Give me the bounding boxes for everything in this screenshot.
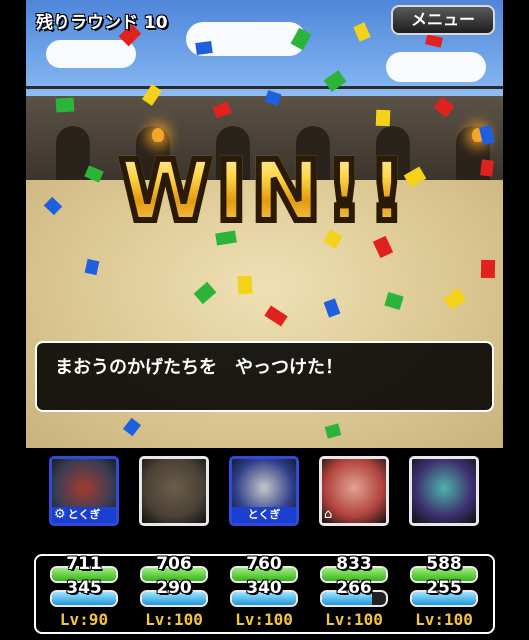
mp-value: 345 [66, 578, 102, 598]
gear-icon: ⚙ [54, 507, 66, 522]
mp-value: 255 [426, 578, 462, 598]
torch-icon [152, 128, 164, 142]
cloud [386, 52, 486, 82]
message-text: まおうのかげたちを やっつけた！ [55, 357, 343, 378]
party-slot-5[interactable] [409, 456, 479, 526]
level-label: Lv:100 [415, 610, 473, 629]
party-slot-3[interactable]: とくぎ [229, 456, 299, 526]
home-icon: ⌂ [324, 507, 333, 522]
level-label: Lv:100 [235, 610, 293, 629]
monster-portrait [412, 459, 476, 523]
party-slot-1[interactable]: とくぎ ⚙ [49, 456, 119, 526]
confetti-piece [237, 275, 253, 295]
confetti-piece [375, 109, 391, 127]
remaining-rounds: 残りラウンド 10 [36, 13, 168, 33]
level-label: Lv:100 [325, 610, 383, 629]
level-label: Lv:90 [59, 610, 109, 629]
monster-portrait [142, 459, 206, 523]
confetti-piece [195, 40, 213, 56]
hp-value: 711 [66, 554, 102, 574]
confetti-piece [353, 22, 371, 42]
win-banner: WIN!! [26, 139, 503, 243]
party-slot-4[interactable]: ⌂ [319, 456, 389, 526]
confetti-piece [480, 259, 496, 279]
party-slot-2[interactable] [139, 456, 209, 526]
skill-tag: とくぎ [232, 507, 296, 523]
message-box: まおうのかげたちを やっつけた！ [35, 341, 494, 412]
cloud [46, 40, 136, 68]
confetti-piece [55, 97, 75, 113]
mp-value: 340 [246, 578, 282, 598]
confetti-piece [425, 34, 443, 48]
hp-value: 760 [246, 554, 282, 574]
hp-value: 706 [156, 554, 192, 574]
hp-value: 833 [336, 554, 372, 574]
mp-value: 290 [156, 578, 192, 598]
mp-value: 266 [336, 578, 372, 598]
hp-value: 588 [426, 554, 462, 574]
level-label: Lv:100 [145, 610, 203, 629]
menu-button[interactable]: メニュー [391, 5, 495, 35]
